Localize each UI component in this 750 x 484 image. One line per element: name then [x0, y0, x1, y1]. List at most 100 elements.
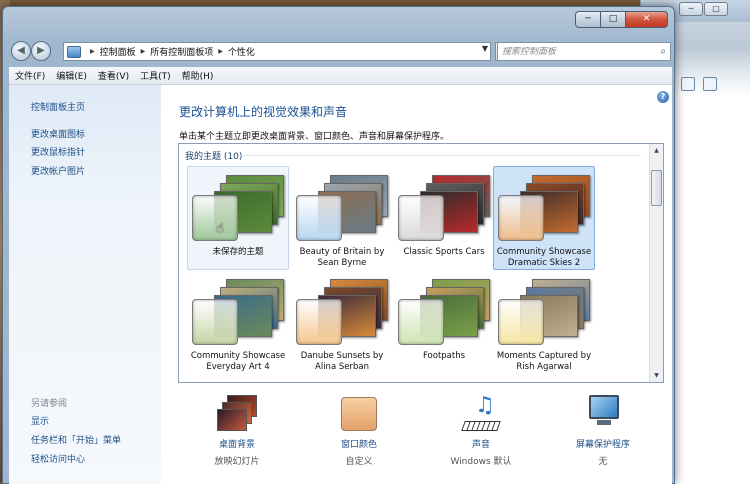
chevron-right-icon[interactable]: ▶ — [90, 48, 95, 55]
theme-tile[interactable]: ☝ 未保存的主题 — [187, 166, 289, 270]
screen-saver-link[interactable]: 屏幕保护程序 无 — [543, 395, 663, 467]
sounds-link[interactable]: ♫ 声音 Windows 默认 — [421, 393, 541, 467]
theme-preview — [192, 275, 286, 349]
window-controls: ─ □ ✕ — [575, 11, 668, 28]
menu-bar: 文件(F) 编辑(E) 查看(V) 工具(T) 帮助(H) — [9, 67, 672, 85]
quick-link-value: Windows 默认 — [450, 457, 512, 467]
music-note-icon: ♫ — [461, 393, 501, 433]
sidebar: 控制面板主页 更改桌面图标 更改鼠标指针 更改帐户图片 另请参阅 显示 任务栏和… — [9, 85, 161, 484]
theme-list: 我的主题 (10) ☝ 未保存的主题 Beauty of Britain by Se… — [178, 143, 664, 383]
theme-preview — [498, 275, 592, 349]
theme-name: Classic Sports Cars — [403, 247, 485, 257]
theme-preview — [398, 275, 492, 349]
scroll-down-arrow-icon[interactable]: ▼ — [651, 370, 662, 381]
back-button[interactable]: ◀ — [11, 41, 31, 61]
hand-cursor-icon: ☝ — [216, 221, 224, 236]
window-color-swatch — [398, 195, 444, 241]
menu-view[interactable]: 查看(V) — [98, 69, 129, 82]
quick-link-value: 无 — [598, 457, 608, 467]
menu-file[interactable]: 文件(F) — [15, 69, 45, 82]
sidebar-ease-of-access[interactable]: 轻松访问中心 — [31, 452, 85, 465]
navigation-bar: ◀ ▶ ▶ 控制面板 ▶ 所有控制面板项 ▶ 个性化 ▼ ⇆ ⌕ — [11, 39, 671, 65]
sidebar-control-panel-home[interactable]: 控制面板主页 — [31, 100, 85, 113]
breadcrumb-control-panel[interactable]: 控制面板 — [100, 45, 136, 58]
theme-name: 未保存的主题 — [212, 247, 264, 257]
my-themes-group-label: 我的主题 (10) — [185, 152, 243, 162]
address-bar[interactable]: ▶ 控制面板 ▶ 所有控制面板项 ▶ 个性化 ▼ — [63, 42, 491, 61]
scroll-thumb[interactable] — [651, 170, 662, 206]
background-maximize-button[interactable]: □ — [704, 2, 728, 16]
theme-preview — [296, 171, 390, 245]
window-color-link[interactable]: 窗口颜色 自定义 — [299, 395, 419, 467]
page-description: 单击某个主题立即更改桌面背景、窗口颜色、声音和屏幕保护程序。 — [179, 132, 450, 142]
see-also-heading: 另请参阅 — [31, 399, 68, 409]
theme-preview — [498, 171, 592, 245]
address-dropdown[interactable]: ▼ — [482, 44, 488, 53]
background-minimize-button[interactable]: ─ — [679, 2, 703, 16]
menu-edit[interactable]: 编辑(E) — [56, 69, 87, 82]
theme-tile[interactable]: Beauty of Britain by Sean Byrne — [291, 166, 393, 270]
sidebar-change-account-picture[interactable]: 更改帐户图片 — [31, 164, 85, 177]
quick-link-label[interactable]: 桌面背景 — [177, 437, 297, 450]
sidebar-taskbar-start-menu[interactable]: 任务栏和「开始」菜单 — [31, 433, 121, 446]
sidebar-display[interactable]: 显示 — [31, 414, 49, 427]
chevron-right-icon[interactable]: ▶ — [141, 48, 146, 55]
breadcrumb-all-items[interactable]: 所有控制面板项 — [150, 45, 213, 58]
menu-tools[interactable]: 工具(T) — [140, 69, 171, 82]
search-box[interactable]: ⌕ — [497, 42, 671, 61]
group-divider — [241, 155, 641, 156]
maximize-button[interactable]: □ — [601, 11, 626, 28]
background-window-controls: ─ □ — [679, 2, 728, 16]
breadcrumb: ▶ 控制面板 ▶ 所有控制面板项 ▶ 个性化 — [85, 45, 255, 58]
window-color-icon — [339, 395, 379, 433]
vertical-scrollbar[interactable]: ▲ ▼ — [649, 144, 663, 382]
minimize-button[interactable]: ─ — [575, 11, 601, 28]
page-title: 更改计算机上的视觉效果和声音 — [179, 105, 348, 119]
theme-name: Community Showcase Everyday Art 4 — [190, 351, 286, 372]
quick-link-label[interactable]: 屏幕保护程序 — [543, 437, 663, 450]
quick-link-label[interactable]: 声音 — [421, 437, 541, 450]
wallpaper-slideshow-icon — [217, 395, 257, 433]
theme-tile[interactable]: Community Showcase Everyday Art 4 — [187, 270, 289, 374]
help-icon[interactable]: ? — [657, 91, 669, 103]
pane-icon[interactable] — [703, 77, 717, 91]
close-button[interactable]: ✕ — [626, 11, 668, 28]
personalization-window: ─ □ ✕ ◀ ▶ ▶ 控制面板 ▶ 所有控制面板项 ▶ 个性化 ▼ ⇆ ⌕ — [2, 6, 675, 484]
desktop-background-link[interactable]: 桌面背景 放映幻灯片 — [177, 395, 297, 467]
menu-help[interactable]: 帮助(H) — [182, 69, 214, 82]
breadcrumb-personalization[interactable]: 个性化 — [228, 45, 255, 58]
chevron-right-icon[interactable]: ▶ — [218, 48, 223, 55]
theme-preview — [296, 275, 390, 349]
theme-tile[interactable]: Classic Sports Cars — [393, 166, 495, 270]
window-color-swatch — [192, 299, 238, 345]
window-color-swatch — [296, 299, 342, 345]
chevron-down-icon[interactable]: ▼ — [482, 44, 488, 53]
scroll-up-arrow-icon[interactable]: ▲ — [651, 145, 662, 156]
forward-button[interactable]: ▶ — [31, 41, 51, 61]
theme-tile[interactable]: Community Showcase Dramatic Skies 2 — [493, 166, 595, 270]
quick-link-label[interactable]: 窗口颜色 — [299, 437, 419, 450]
theme-name: Beauty of Britain by Sean Byrne — [299, 247, 385, 268]
control-panel-icon — [67, 45, 81, 58]
theme-name: Danube Sunsets by Alina Serban — [300, 351, 384, 372]
sidebar-change-mouse-pointers[interactable]: 更改鼠标指针 — [31, 145, 85, 158]
theme-name: Footpaths — [422, 351, 466, 361]
window-color-swatch — [192, 195, 238, 241]
screen-saver-icon — [583, 395, 623, 433]
theme-tile[interactable]: Danube Sunsets by Alina Serban — [291, 270, 393, 374]
window-color-swatch — [498, 195, 544, 241]
theme-tile[interactable]: Footpaths — [393, 270, 495, 374]
theme-preview — [192, 171, 286, 245]
background-toolbar — [681, 77, 717, 91]
content-area: 控制面板主页 更改桌面图标 更改鼠标指针 更改帐户图片 另请参阅 显示 任务栏和… — [9, 85, 672, 484]
window-color-swatch — [398, 299, 444, 345]
theme-name: Moments Captured by Rish Agarwal — [496, 351, 592, 372]
window-color-swatch — [296, 195, 342, 241]
theme-name: Community Showcase Dramatic Skies 2 — [496, 247, 592, 268]
search-icon[interactable]: ⌕ — [660, 46, 666, 57]
sidebar-change-desktop-icons[interactable]: 更改桌面图标 — [31, 127, 85, 140]
search-input[interactable] — [502, 46, 642, 57]
window-color-swatch — [498, 299, 544, 345]
view-icon[interactable] — [681, 77, 695, 91]
theme-tile[interactable]: Moments Captured by Rish Agarwal — [493, 270, 595, 374]
